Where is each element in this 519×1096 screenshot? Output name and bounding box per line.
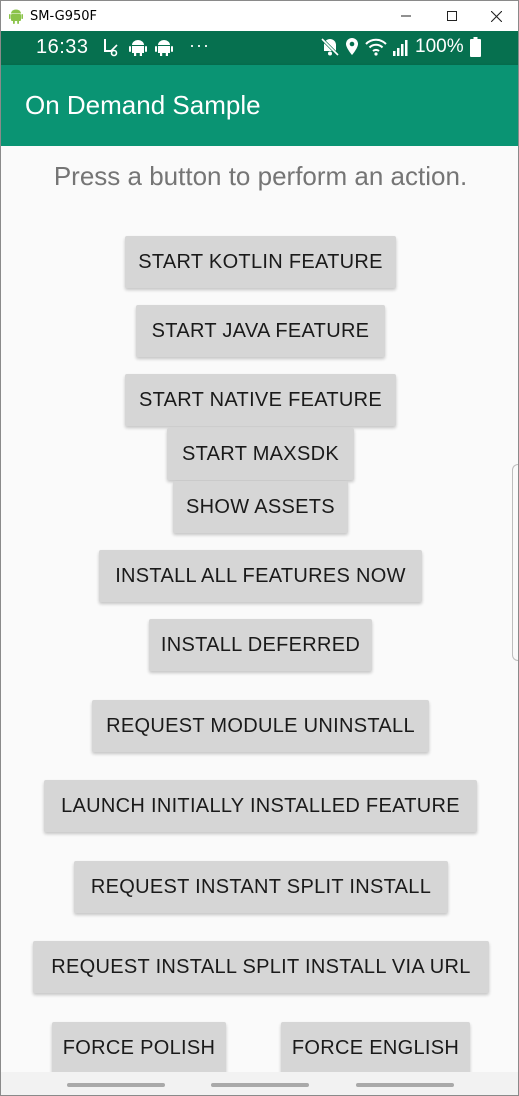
navigation-bar (1, 1072, 518, 1095)
install-deferred-button[interactable]: INSTALL DEFERRED (149, 619, 372, 671)
window-title: SM-G950F (30, 8, 97, 24)
edge-panel-handle[interactable] (512, 464, 518, 661)
status-bar: 16:33 ··· 100% (1, 31, 518, 65)
request-instant-split-install-button[interactable]: REQUEST INSTANT SPLIT INSTALL (74, 861, 448, 913)
usb-debug-icon (104, 39, 118, 57)
app-bar: On Demand Sample (1, 65, 518, 146)
nav-back-pill[interactable] (356, 1083, 454, 1087)
app-title: On Demand Sample (25, 90, 261, 120)
start-native-feature-button[interactable]: START NATIVE FEATURE (125, 374, 396, 426)
minimize-icon (401, 15, 411, 17)
more-notifications-icon: ··· (189, 35, 210, 55)
nav-recents-pill[interactable] (67, 1083, 165, 1087)
request-install-split-via-url-button[interactable]: REQUEST INSTALL SPLIT INSTALL VIA URL (33, 941, 489, 993)
notification-icons (101, 37, 173, 57)
instructions-text: Press a button to perform an action. (53, 161, 468, 191)
minimize-button[interactable] (383, 1, 429, 31)
mute-icon (321, 37, 339, 57)
wifi-icon (365, 38, 387, 56)
android-notification-icon (129, 40, 147, 56)
install-all-features-button[interactable]: INSTALL ALL FEATURES NOW (99, 550, 422, 602)
android-notification-icon (155, 40, 173, 56)
main-content: Press a button to perform an action. STA… (1, 146, 518, 1074)
system-icons: 100% (321, 36, 481, 58)
start-java-feature-button[interactable]: START JAVA FEATURE (136, 305, 385, 357)
maximize-button[interactable] (429, 1, 475, 31)
window-title-group: SM-G950F (9, 8, 97, 24)
launch-initially-installed-feature-button[interactable]: LAUNCH INITIALLY INSTALLED FEATURE (44, 780, 477, 832)
close-icon (490, 10, 502, 22)
nav-home-pill[interactable] (211, 1083, 309, 1087)
force-english-button[interactable]: FORCE ENGLISH (281, 1022, 470, 1074)
maximize-icon (447, 11, 457, 21)
device-screen: 16:33 ··· 100% On Demand Sample Press a … (0, 31, 519, 1096)
location-icon (346, 38, 358, 55)
window-titlebar: SM-G950F (0, 0, 519, 31)
start-kotlin-feature-button[interactable]: START KOTLIN FEATURE (125, 236, 396, 288)
battery-icon (469, 37, 481, 57)
request-module-uninstall-button[interactable]: REQUEST MODULE UNINSTALL (92, 700, 429, 752)
android-icon (9, 9, 23, 24)
show-assets-button[interactable]: SHOW ASSETS (173, 481, 348, 533)
start-maxsdk-button[interactable]: START MAXSDK (167, 428, 354, 480)
status-time: 16:33 (36, 36, 89, 58)
signal-icon (393, 40, 408, 56)
force-polish-button[interactable]: FORCE POLISH (52, 1022, 226, 1074)
close-button[interactable] (473, 1, 519, 31)
battery-percentage: 100% (415, 36, 464, 57)
